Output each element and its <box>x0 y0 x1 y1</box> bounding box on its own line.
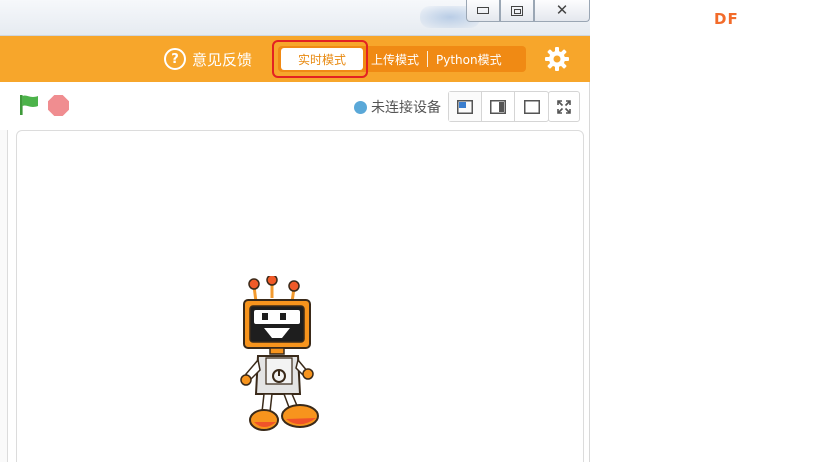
close-button[interactable]: ✕ <box>534 0 590 22</box>
green-flag-icon[interactable] <box>18 94 40 116</box>
close-icon: ✕ <box>555 1 569 19</box>
gear-icon[interactable] <box>544 46 570 72</box>
watermark-logo: DF <box>714 10 739 28</box>
feedback-label: 意见反馈 <box>192 50 253 69</box>
stop-icon[interactable] <box>48 95 69 116</box>
fullscreen-button[interactable] <box>548 91 580 122</box>
feedback-button[interactable]: ? 意见反馈 <box>164 46 252 72</box>
device-status[interactable]: 未连接设备 <box>354 96 441 118</box>
device-status-label: 未连接设备 <box>371 100 441 116</box>
minimize-button[interactable] <box>466 0 500 22</box>
realtime-mode-highlight <box>272 40 368 78</box>
normal-stage-layout-icon <box>490 99 506 114</box>
maximize-button[interactable] <box>500 0 534 22</box>
stage-layout-switcher <box>448 91 549 122</box>
large-stage-layout-icon <box>523 99 540 114</box>
app-window: ✕ ? 意见反馈 实时模式 上传模式 Python模式 未连接设备 <box>0 0 590 462</box>
minimize-icon <box>477 7 489 14</box>
large-stage-layout-button[interactable] <box>515 92 548 121</box>
maximize-icon <box>511 5 523 16</box>
python-mode-tab[interactable]: Python模式 <box>428 48 510 70</box>
window-title-bar: ✕ <box>0 0 590 36</box>
code-area-edge <box>0 130 8 462</box>
normal-stage-layout-button[interactable] <box>482 92 515 121</box>
small-stage-layout-button[interactable] <box>449 92 482 121</box>
upload-mode-tab[interactable]: 上传模式 <box>363 48 427 70</box>
mode-separator <box>427 51 429 67</box>
screenshot: ✕ ? 意见反馈 实时模式 上传模式 Python模式 未连接设备 DF <box>0 0 822 462</box>
window-controls: ✕ <box>466 0 590 24</box>
robot-sprite[interactable] <box>234 276 326 436</box>
status-dot-icon <box>354 100 367 114</box>
small-stage-layout-icon <box>457 99 473 114</box>
feedback-icon: ? <box>164 48 186 70</box>
fullscreen-icon <box>557 99 571 114</box>
